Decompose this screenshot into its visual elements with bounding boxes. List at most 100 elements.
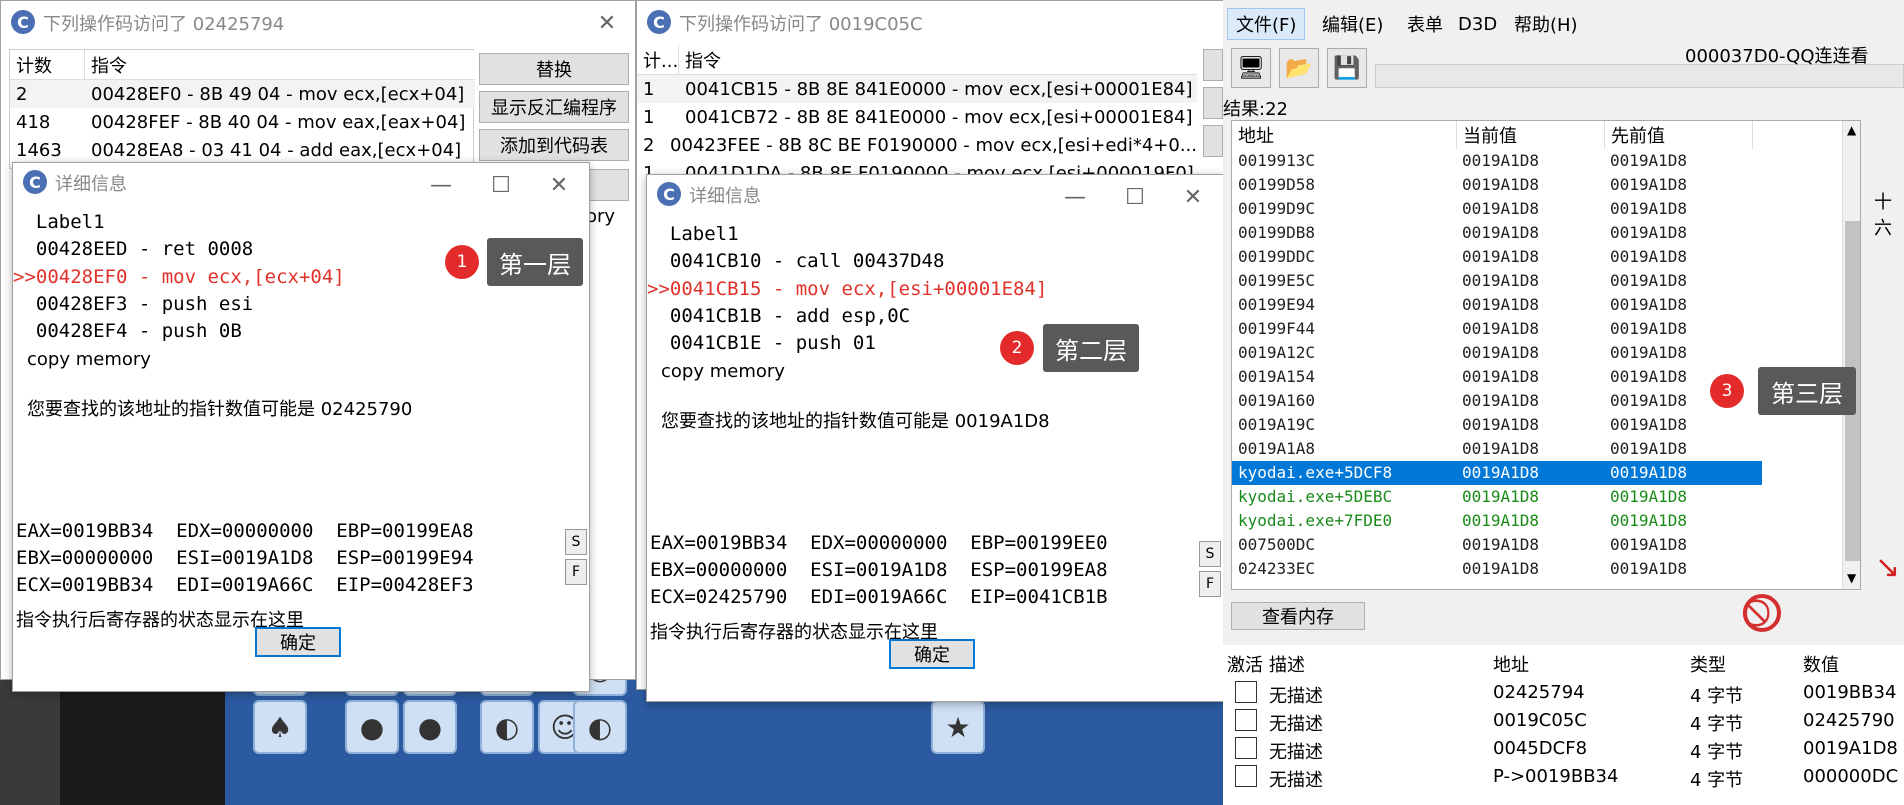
table-row[interactable]: 00199D58 0019A1D8 0019A1D8: [1232, 173, 1762, 197]
pointer-hint: 您要查找的该地址的指针数值可能是 0019A1D8: [661, 411, 1050, 432]
game-tile[interactable]: ●: [345, 700, 399, 754]
table-row[interactable]: 0019A19C 0019A1D8 0019A1D8: [1232, 413, 1762, 437]
table-row[interactable]: 无描述 0045DCF8 4 字节 0019A1D8: [1223, 735, 1904, 763]
list-item[interactable]: 1463 00428EA8 - 03 41 04 - add eax,[ecx+…: [10, 136, 475, 164]
column-address[interactable]: 地址: [1232, 121, 1457, 149]
table-row[interactable]: 0019A154 0019A1D8 0019A1D8: [1232, 365, 1762, 389]
list-item[interactable]: 418 00428FEF - 8B 40 04 - mov eax,[eax+0…: [10, 108, 475, 136]
f-button[interactable]: F: [1199, 571, 1221, 597]
table-row[interactable]: 00199E5C 0019A1D8 0019A1D8: [1232, 269, 1762, 293]
show-disassembler-button[interactable]: 显示反汇编程序: [479, 91, 629, 123]
table-row[interactable]: 00199D9C 0019A1D8 0019A1D8: [1232, 197, 1762, 221]
column-active[interactable]: 激活: [1227, 651, 1263, 677]
s-button[interactable]: S: [1199, 541, 1221, 567]
computer-icon[interactable]: 🖥: [1231, 48, 1271, 88]
maximize-icon[interactable]: ☐: [481, 167, 521, 203]
partial-button[interactable]: [1203, 87, 1223, 119]
scrollbar[interactable]: ▲ ▼: [1842, 121, 1860, 589]
f-button[interactable]: F: [565, 559, 587, 585]
active-checkbox[interactable]: [1235, 737, 1257, 759]
list-item[interactable]: 1 0041CB72 - 8B 8E 841E0000 - mov ecx,[e…: [637, 103, 1197, 131]
table-row[interactable]: 0019A1A8 0019A1D8 0019A1D8: [1232, 437, 1762, 461]
active-checkbox[interactable]: [1235, 709, 1257, 731]
count-cell: 2: [643, 134, 655, 156]
s-button[interactable]: S: [565, 529, 587, 555]
partial-button[interactable]: [1203, 125, 1223, 157]
partial-button[interactable]: [1203, 49, 1223, 81]
column-count[interactable]: 计数: [10, 50, 85, 79]
stop-icon[interactable]: ⃠: [1743, 594, 1781, 632]
column-address[interactable]: 地址: [1493, 651, 1529, 677]
address-cell: 00199D58: [1238, 175, 1316, 194]
table-row[interactable]: 00199F44 0019A1D8 0019A1D8: [1232, 317, 1762, 341]
view-memory-button[interactable]: 查看内存: [1231, 602, 1365, 630]
ok-button[interactable]: 确定: [255, 627, 341, 657]
opcode-window-2-titlebar[interactable]: C 下列操作码访问了 0019C05C: [637, 1, 1223, 45]
address-cell: 0019A19C: [1238, 415, 1316, 434]
table-row[interactable]: kyodai.exe+5DCF8 0019A1D8 0019A1D8: [1232, 461, 1762, 485]
table-row[interactable]: 0019913C 0019A1D8 0019A1D8: [1232, 149, 1762, 173]
table-row[interactable]: 007500DC 0019A1D8 0019A1D8: [1232, 533, 1762, 557]
scroll-down-icon[interactable]: ▼: [1847, 571, 1856, 585]
table-row[interactable]: kyodai.exe+7FDE0 0019A1D8 0019A1D8: [1232, 509, 1762, 533]
opcode-window-1-titlebar[interactable]: C 下列操作码访问了 02425794: [1, 1, 635, 45]
column-type[interactable]: 类型: [1690, 651, 1726, 677]
ok-button[interactable]: 确定: [889, 639, 975, 669]
menu-table[interactable]: 表单: [1399, 8, 1451, 40]
list-item[interactable]: 2 00423FEE - 8B 8C BE F0190000 - mov ecx…: [637, 131, 1197, 159]
column-value[interactable]: 数值: [1803, 651, 1839, 677]
table-row[interactable]: 024233EC 0019A1D8 0019A1D8: [1232, 557, 1762, 581]
disasm-line: Label1: [13, 211, 105, 233]
game-tile[interactable]: ★: [931, 700, 985, 754]
replace-button[interactable]: 替换: [479, 53, 629, 85]
save-icon[interactable]: 💾: [1327, 48, 1367, 88]
behind-text: ory: [586, 206, 616, 227]
game-tile[interactable]: ♠: [253, 700, 307, 754]
open-folder-icon[interactable]: 📂: [1279, 48, 1319, 88]
count-cell: 418: [16, 111, 51, 133]
table-row[interactable]: 无描述 02425794 4 字节 0019BB34: [1223, 679, 1904, 707]
game-tile[interactable]: ◐: [573, 700, 627, 754]
active-checkbox[interactable]: [1235, 765, 1257, 787]
list-item[interactable]: 2 00428EF0 - 8B 49 04 - mov ecx,[ecx+04]: [10, 80, 475, 108]
table-row[interactable]: 00199E94 0019A1D8 0019A1D8: [1232, 293, 1762, 317]
menu-edit[interactable]: 编辑(E): [1314, 8, 1391, 40]
scroll-up-icon[interactable]: ▲: [1847, 123, 1856, 137]
table-row[interactable]: 00199DDC 0019A1D8 0019A1D8: [1232, 245, 1762, 269]
maximize-icon[interactable]: ☐: [1115, 179, 1155, 215]
minimize-icon[interactable]: —: [1055, 179, 1095, 215]
previous-value-cell: 0019A1D8: [1610, 391, 1688, 410]
active-checkbox[interactable]: [1235, 681, 1257, 703]
table-row[interactable]: 0019A12C 0019A1D8 0019A1D8: [1232, 341, 1762, 365]
previous-value-cell: 0019A1D8: [1610, 271, 1688, 290]
instruction-cell: 00428EF0 - 8B 49 04 - mov ecx,[ecx+04]: [91, 83, 465, 105]
address-cell: 00199F44: [1238, 319, 1316, 338]
minimize-icon[interactable]: —: [421, 167, 461, 203]
table-row[interactable]: 0019A160 0019A1D8 0019A1D8: [1232, 389, 1762, 413]
address-cell: kyodai.exe+5DCF8: [1238, 463, 1393, 482]
table-row[interactable]: 无描述 P->0019BB34 4 字节 000000DC: [1223, 763, 1904, 791]
close-icon[interactable]: ✕: [1173, 179, 1213, 215]
instruction-cell: 00423FEE - 8B 8C BE F0190000 - mov ecx,[…: [670, 134, 1197, 156]
menu-help[interactable]: 帮助(H): [1506, 8, 1586, 40]
opcode-list-1-header: 计数 指令: [10, 50, 475, 80]
column-previous-value[interactable]: 先前值: [1605, 121, 1753, 149]
add-to-codelist-button[interactable]: 添加到代码表: [479, 129, 629, 161]
table-row[interactable]: kyodai.exe+5DEBC 0019A1D8 0019A1D8: [1232, 485, 1762, 509]
game-tile[interactable]: ●: [403, 700, 457, 754]
column-description[interactable]: 描述: [1269, 651, 1305, 677]
table-row[interactable]: 00199DB8 0019A1D8 0019A1D8: [1232, 221, 1762, 245]
list-item[interactable]: 1 0041CB15 - 8B 8E 841E0000 - mov ecx,[e…: [637, 75, 1197, 103]
column-current-value[interactable]: 当前值: [1457, 121, 1605, 149]
column-instruction[interactable]: 指令: [679, 45, 1195, 74]
close-icon[interactable]: ✕: [587, 5, 627, 41]
game-tile[interactable]: ◐: [480, 700, 534, 754]
column-instruction[interactable]: 指令: [85, 50, 473, 79]
arrow-icon[interactable]: ↘: [1875, 550, 1904, 586]
table-row[interactable]: 无描述 0019C05C 4 字节 02425790: [1223, 707, 1904, 735]
menu-d3d[interactable]: D3D: [1450, 8, 1505, 40]
menu-file[interactable]: 文件(F): [1227, 8, 1306, 40]
column-count[interactable]: 计...: [637, 45, 679, 74]
close-icon[interactable]: ✕: [539, 167, 579, 203]
previous-value-cell: 0019A1D8: [1610, 175, 1688, 194]
